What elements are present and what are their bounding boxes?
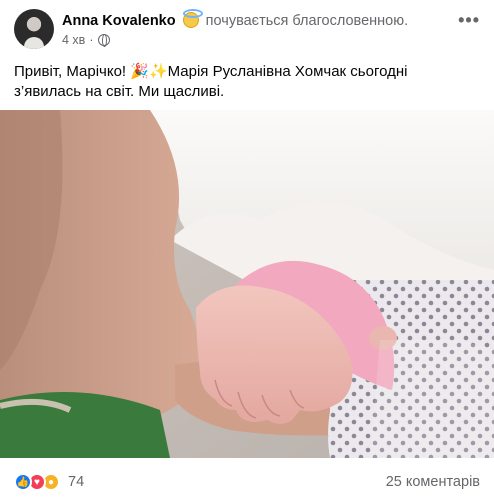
post-time[interactable]: 4 хв bbox=[62, 33, 85, 47]
post-text: Привіт, Марічко! 🎉✨Марія Русланівна Хомч… bbox=[14, 62, 474, 102]
more-icon[interactable]: ••• bbox=[458, 11, 480, 29]
author-avatar[interactable] bbox=[14, 9, 54, 49]
author-name[interactable]: Anna Kovalenko bbox=[62, 13, 176, 29]
comments-count[interactable]: 25 коментарів bbox=[386, 474, 480, 490]
globe-icon[interactable] bbox=[97, 34, 110, 47]
facebook-post: Anna Kovalenko почувається благословенно… bbox=[0, 0, 494, 502]
baby-hand-photo bbox=[0, 110, 494, 458]
innocent-emoji-icon bbox=[182, 9, 203, 28]
post-meta: 4 хв · bbox=[62, 33, 110, 47]
like-icon: 👍 bbox=[14, 473, 32, 491]
sparkles-emoji: ✨ bbox=[148, 63, 168, 80]
meta-separator: · bbox=[89, 33, 94, 47]
author-line: Anna Kovalenko почувається благословенно… bbox=[62, 9, 409, 29]
party-emoji: 🎉 bbox=[130, 63, 149, 80]
post-text-greeting: Привіт, Марічко! bbox=[14, 63, 131, 80]
reactions-summary[interactable]: 👍 ♥ ● 74 bbox=[14, 472, 84, 492]
feeling-text: почувається благословенною. bbox=[205, 13, 409, 29]
post-photo[interactable] bbox=[0, 110, 494, 458]
post-header: Anna Kovalenko почувається благословенно… bbox=[14, 9, 484, 51]
reaction-count[interactable]: 74 bbox=[68, 474, 84, 490]
